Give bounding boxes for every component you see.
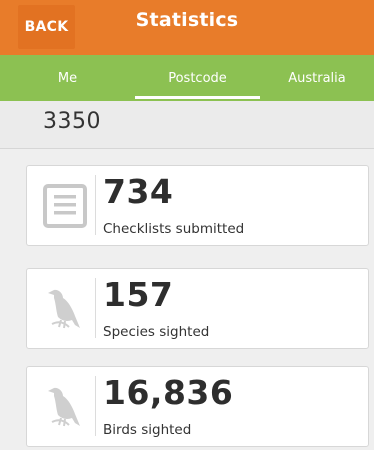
- bird-icon: [37, 381, 93, 433]
- species-label: Species sighted: [103, 324, 210, 340]
- page-title: Statistics: [135, 9, 239, 31]
- checklists-count: 734: [103, 172, 174, 211]
- app-header: BACK Statistics: [0, 0, 374, 55]
- birds-count: 16,836: [103, 373, 234, 412]
- species-count: 157: [103, 275, 174, 314]
- card-divider: [95, 376, 96, 436]
- stat-card-birds[interactable]: 16,836 Birds sighted: [26, 366, 369, 447]
- tab-bar: Me Postcode Australia: [0, 55, 374, 101]
- tab-me[interactable]: Me: [0, 55, 135, 101]
- postcode-label: 3350: [43, 109, 101, 134]
- checklists-label: Checklists submitted: [103, 221, 245, 237]
- tab-australia[interactable]: Australia: [260, 55, 374, 101]
- card-divider: [95, 175, 96, 235]
- selected-tab-indicator: [135, 96, 260, 99]
- stat-card-checklists[interactable]: 734 Checklists submitted: [26, 165, 369, 246]
- postcode-header: 3350: [0, 101, 374, 149]
- card-divider: [95, 278, 96, 338]
- tab-postcode[interactable]: Postcode: [135, 55, 260, 101]
- stat-card-species[interactable]: 157 Species sighted: [26, 268, 369, 349]
- bird-icon: [37, 283, 93, 335]
- birds-label: Birds sighted: [103, 422, 192, 438]
- checklist-icon: [37, 180, 93, 232]
